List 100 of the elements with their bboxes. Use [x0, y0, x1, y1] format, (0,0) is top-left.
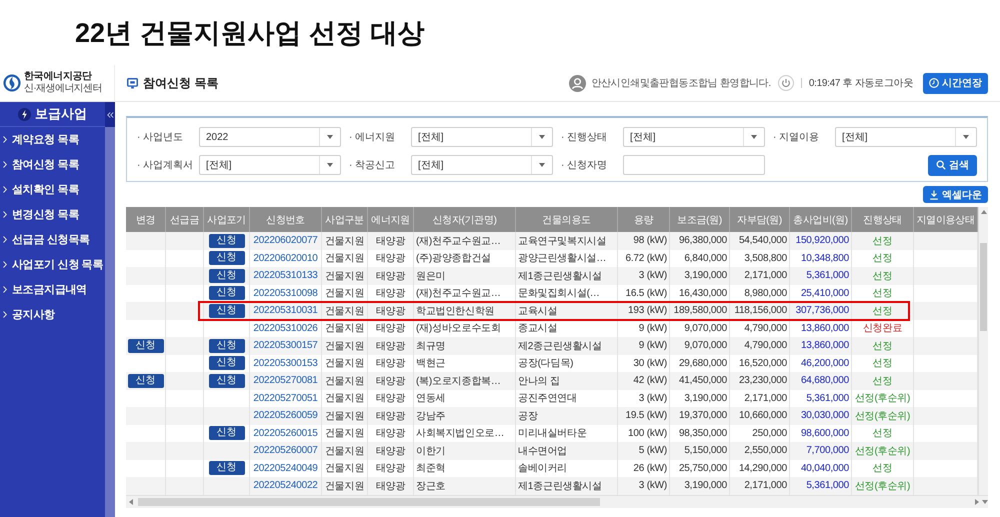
filter-label: · 진행상태	[561, 131, 608, 144]
scrollbar-thumb[interactable]	[980, 243, 987, 331]
apply-button[interactable]: 신청	[208, 234, 244, 248]
apply-button[interactable]: 신청	[128, 338, 164, 353]
table-cell: 3,190,000	[684, 270, 727, 282]
application-number-link[interactable]: 202205270051	[253, 392, 318, 404]
table-cell-text: 태양광	[376, 340, 406, 353]
sidebar-item[interactable]: 보조금지급내역	[0, 277, 105, 302]
table-cell: 5 (kW)	[638, 445, 667, 456]
apply-button[interactable]: 신청	[208, 251, 244, 266]
table-cell: 3,190,000	[684, 480, 727, 492]
apply-button[interactable]: 신청	[128, 374, 164, 388]
arrow-up-icon	[980, 210, 986, 214]
column-header: 사업구분	[322, 207, 368, 232]
application-number-link[interactable]: 202205310133	[253, 270, 318, 282]
apply-button[interactable]: 신청	[208, 304, 244, 318]
filter-dropdown[interactable]: [전체]	[835, 127, 977, 147]
table-cell-text: 태양광	[376, 374, 406, 388]
sidebar-item[interactable]: 선급금 신청목록	[0, 227, 105, 252]
chevron-right-icon	[3, 286, 7, 293]
welcome-text: 안산시인쇄및출판협동조합님 환영합니다.	[591, 77, 771, 90]
power-icon[interactable]	[778, 75, 794, 91]
status-text: 선정	[872, 427, 892, 440]
table-cell: 9,070,000	[684, 340, 727, 352]
table-cell-text: 공진주연연대	[518, 392, 577, 406]
table-cell: 7,700,000	[806, 445, 849, 456]
table-cell: 250,000	[752, 428, 787, 439]
table-cell: 189,580,000	[674, 305, 727, 316]
application-number-link[interactable]: 202205270081	[253, 375, 318, 386]
column-header: 자부담(원)	[730, 207, 790, 232]
filter-dropdown[interactable]: [전체]	[411, 127, 553, 147]
table-cell-text: 광양근린생활시설…	[518, 252, 606, 266]
avatar-icon	[569, 74, 586, 92]
application-number-link[interactable]: 202205300153	[253, 358, 318, 369]
sidebar-item[interactable]: 변경신청 목록	[0, 202, 105, 227]
table-cell: 5,361,000	[806, 270, 849, 282]
table-cell-text: 건물지원	[324, 357, 364, 370]
column-header: 건물의용도	[516, 207, 618, 232]
caret-down-icon	[539, 163, 545, 167]
table-cell-text: (주)광양종합건설	[416, 252, 491, 266]
filter-dropdown[interactable]: 2022	[199, 127, 341, 147]
clock-icon	[929, 78, 939, 88]
apply-button[interactable]: 신청	[208, 374, 244, 388]
sidebar-item[interactable]: 사업포기 신청 목록	[0, 252, 105, 277]
filter-dropdown[interactable]: [전체]	[199, 155, 341, 175]
application-number-link[interactable]: 202205240049	[253, 462, 318, 474]
collapse-button[interactable]	[105, 102, 115, 127]
double-chevron-left-icon	[106, 112, 114, 118]
application-number-link[interactable]: 202206020010	[253, 252, 318, 264]
apply-button[interactable]: 신청	[208, 426, 244, 440]
application-number-link[interactable]: 202205240022	[253, 480, 318, 492]
application-number-link[interactable]: 202205310031	[253, 305, 318, 316]
table-cell-text: 교육시설	[518, 304, 558, 318]
vertical-scrollbar[interactable]	[978, 207, 988, 494]
sidebar-item[interactable]: 계약요청 목록	[0, 127, 105, 152]
application-number-link[interactable]: 202206020077	[253, 235, 318, 246]
sidebar-item[interactable]: 참여신청 목록	[0, 152, 105, 177]
application-number-link[interactable]: 202205260059	[253, 410, 318, 422]
table-cell: 150,920,000	[796, 235, 849, 246]
apply-button[interactable]: 신청	[208, 338, 244, 353]
table-cell: 3,190,000	[684, 392, 727, 404]
scrollbar-thumb[interactable]	[138, 498, 600, 506]
column-header: 변경	[126, 207, 166, 232]
table-cell: 9,070,000	[684, 322, 727, 334]
table-cell: 2,550,000	[744, 445, 787, 456]
apply-button[interactable]: 신청	[208, 286, 244, 300]
table-cell-text: 태양광	[376, 357, 406, 370]
table-cell: 3 (kW)	[638, 480, 667, 492]
extend-time-button[interactable]: 시간연장	[923, 72, 988, 94]
application-number-link[interactable]: 202205310026	[253, 322, 318, 334]
sidebar-item[interactable]: 설치확인 목록	[0, 177, 105, 202]
application-number-link[interactable]: 202205260015	[253, 428, 318, 439]
application-number-link[interactable]: 202205310098	[253, 288, 318, 299]
excel-download-button[interactable]: 엑셀다운	[923, 186, 988, 203]
chevron-right-icon	[3, 186, 7, 193]
text-field[interactable]	[623, 155, 765, 175]
filter-dropdown[interactable]: [전체]	[623, 127, 765, 147]
status-text: 선정	[872, 270, 892, 283]
caret-down-icon	[751, 135, 757, 139]
download-icon	[929, 190, 939, 200]
sidebar-scrollbar[interactable]	[105, 127, 115, 517]
application-number-link[interactable]: 202205300157	[253, 340, 318, 352]
table-cell: 4,790,000	[744, 340, 787, 352]
column-header: 총사업비(원)	[790, 207, 852, 232]
application-number-link[interactable]: 202205260007	[253, 445, 318, 456]
search-button[interactable]: 검색	[928, 154, 977, 176]
apply-button[interactable]: 신청	[208, 268, 244, 283]
sidebar-item[interactable]: 공지사항	[0, 302, 105, 327]
filter-label: · 에너지원	[349, 131, 396, 144]
table-cell: 13,860,000	[800, 322, 849, 334]
caret-down-icon	[539, 135, 545, 139]
apply-button[interactable]: 신청	[208, 356, 244, 370]
table-cell: 3 (kW)	[638, 270, 667, 282]
apply-button[interactable]: 신청	[208, 461, 244, 476]
filter-dropdown[interactable]: [전체]	[411, 155, 553, 175]
chevron-right-icon	[3, 236, 7, 243]
horizontal-scrollbar[interactable]	[126, 494, 988, 508]
status-text: 선정	[872, 287, 892, 300]
table-cell-text: 문화및집회시설(…	[518, 287, 600, 300]
table-cell-text: 건물지원	[324, 287, 364, 300]
